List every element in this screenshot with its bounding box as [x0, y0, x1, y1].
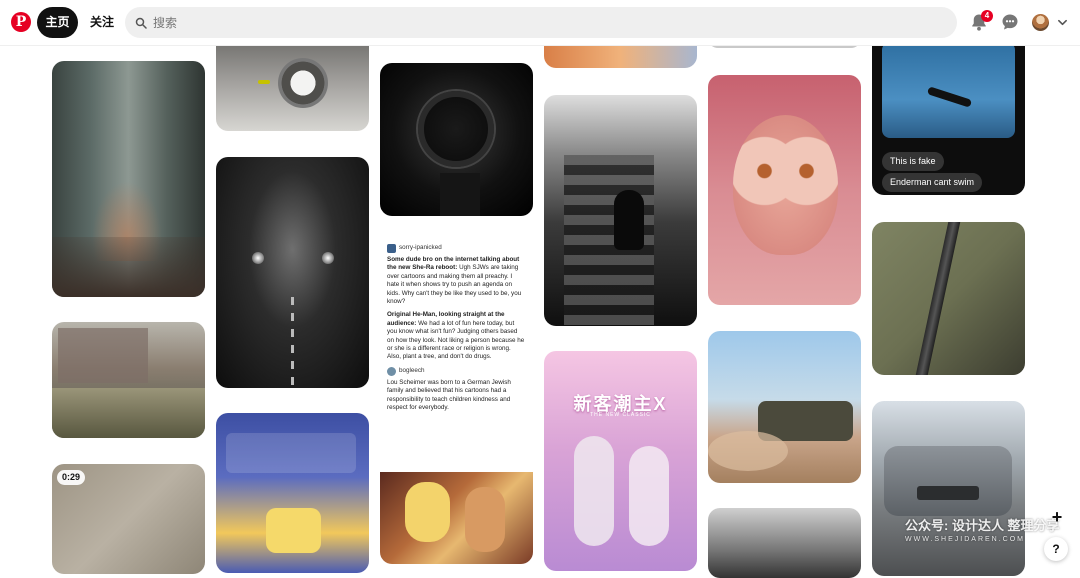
pin-black-watch[interactable]	[380, 63, 533, 216]
pin-illustration-figure	[266, 508, 321, 553]
note-avatar-2	[387, 366, 396, 376]
pin-range-rover[interactable]	[872, 401, 1025, 576]
user-avatar[interactable]	[1032, 14, 1049, 31]
pin-moth-hand[interactable]	[708, 75, 861, 305]
pin-stairs-figure[interactable]	[544, 95, 697, 326]
poster-subtitle: THE NEW CLASSIC	[590, 412, 651, 418]
pin-poster-figure-left	[574, 436, 614, 546]
pin-device-disc	[278, 58, 328, 108]
note-author-row-1: sorry-ipanicked	[387, 244, 533, 253]
pin-sandbags-block	[52, 388, 205, 438]
pin-road-streetlight-left	[252, 252, 264, 264]
pin-watch-face	[418, 91, 494, 167]
note-paragraph-1: Some dude bro on the internet talking ab…	[387, 256, 526, 306]
pin-olive-stand[interactable]	[872, 222, 1025, 375]
note-paragraph-3: Lou Scheimer was born to a German Jewish…	[387, 379, 526, 413]
pin-pink-poster[interactable]	[544, 351, 697, 571]
pin-cartoon-figure	[465, 487, 505, 552]
pin-illustration-poster[interactable]	[216, 413, 369, 573]
video-duration-badge: 0:29	[57, 470, 86, 485]
pin-cartoon-hair	[405, 482, 450, 542]
help-button[interactable]: ?	[1044, 537, 1068, 561]
pin-car-grille	[917, 486, 979, 500]
nav-home-button[interactable]: 主页	[37, 7, 78, 38]
create-pin-button[interactable]: +	[1047, 507, 1067, 527]
search-bar[interactable]	[125, 7, 957, 38]
pin-swimmer-pool[interactable]	[872, 38, 1025, 195]
pin-rainy-city-street[interactable]	[52, 61, 205, 297]
pin-illustration-banner	[226, 433, 356, 473]
notification-count-badge: 4	[981, 10, 993, 22]
note-avatar-1	[387, 244, 396, 253]
pin-tank-dust	[708, 431, 788, 471]
comment-this-is-fake: This is fake	[882, 152, 944, 171]
pin-moth-wings	[733, 115, 838, 255]
comment-enderman-cant-swim: Enderman cant swim	[882, 173, 983, 192]
nav-following-button[interactable]: 关注	[84, 7, 120, 38]
pin-pool-water	[882, 42, 1015, 138]
messages-chat-icon[interactable]	[1001, 13, 1019, 31]
pin-stairs-person	[614, 190, 644, 250]
pin-bw-street[interactable]	[708, 508, 861, 578]
pin-car-body	[884, 446, 1012, 516]
search-input[interactable]	[153, 15, 933, 30]
pin-soldiers-sandbags[interactable]	[52, 322, 205, 438]
pin-road-centerline	[291, 297, 294, 387]
search-icon	[135, 17, 147, 29]
pin-street-road	[52, 237, 205, 297]
note-username-2: bogleech	[399, 367, 425, 375]
top-navigation-bar: P 主页 关注 4	[0, 0, 1080, 46]
pin-road-streetlight-right	[322, 252, 334, 264]
pin-stand-arm	[915, 222, 961, 375]
pin-poster-figure-right	[629, 446, 669, 546]
pinterest-logo-icon[interactable]: P	[11, 12, 31, 32]
note-paragraph-3-text: Lou Scheimer was born to a German Jewish…	[387, 378, 511, 412]
note-paragraph-2: Original He-Man, looking straight at the…	[387, 311, 526, 361]
chevron-down-icon[interactable]	[1057, 17, 1068, 28]
watermark-main: 公众号: 设计达人 整理分享	[905, 518, 1060, 533]
pin-cartoon-characters[interactable]	[380, 472, 533, 564]
pin-text-post[interactable]: sorry-ipanicked Some dude bro on the int…	[380, 241, 533, 468]
note-username-1: sorry-ipanicked	[399, 244, 442, 252]
note-author-row-2: bogleech	[387, 366, 533, 376]
pin-watch-strap	[440, 173, 480, 216]
pin-building-block	[58, 328, 148, 383]
pin-tank-desert[interactable]	[708, 331, 861, 483]
watermark-sub: WWW.SHEJIDAREN.COM	[905, 536, 1025, 543]
pin-foggy-road[interactable]	[216, 157, 369, 388]
pin-device-accent	[258, 80, 270, 84]
pin-device-gadget[interactable]	[216, 38, 369, 131]
